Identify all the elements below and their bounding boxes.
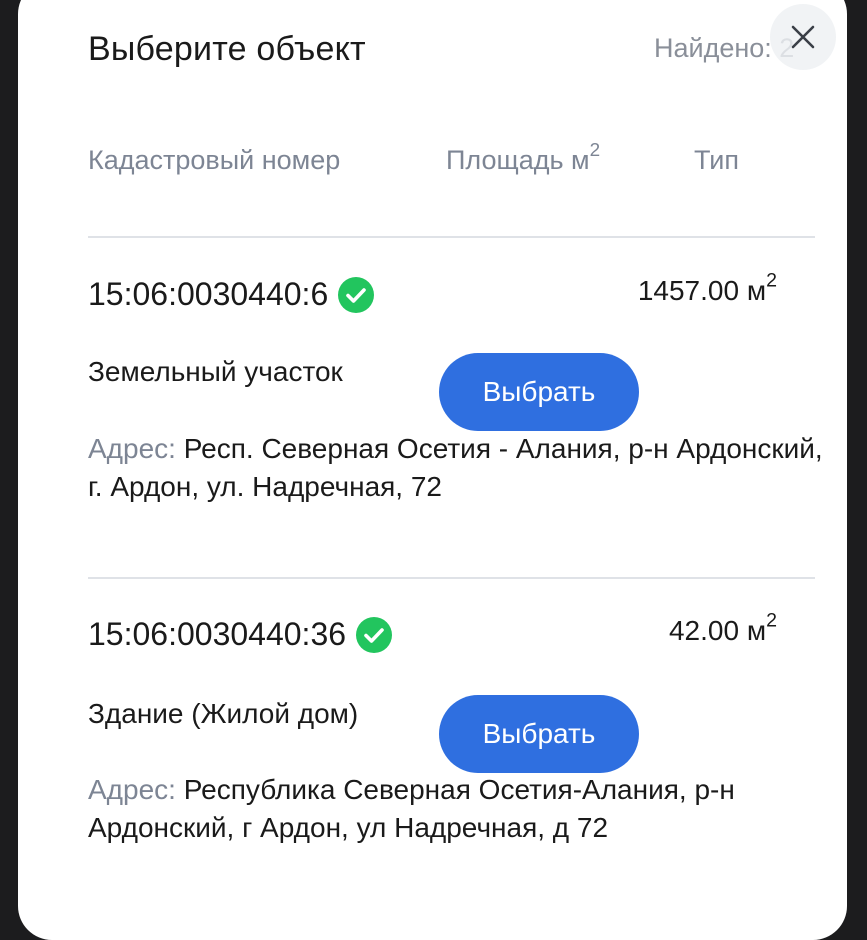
check-circle-icon	[338, 276, 375, 313]
item-divider	[88, 577, 815, 579]
item-1-area-text: 1457.00 м	[637, 275, 767, 306]
item-2-area-sup: 2	[766, 609, 777, 632]
header-divider	[88, 236, 815, 238]
item-2-address-text: Республика Северная Осетия-Алания, р-н А…	[88, 774, 735, 843]
item-1-cadastral-number: 15:06:0030440:6	[88, 276, 375, 313]
item-2-select-button[interactable]: Выбрать	[439, 695, 639, 773]
check-circle-icon	[356, 616, 393, 653]
column-header-area-sup: 2	[589, 139, 601, 161]
item-1-address: Адрес: Респ. Северная Осетия - Алания, р…	[88, 430, 828, 506]
item-1-area: 1457.00 м2	[637, 270, 777, 307]
item-1-address-label: Адрес:	[88, 433, 176, 464]
item-1-type: Земельный участок	[88, 356, 343, 387]
item-1-cadastral-text: 15:06:0030440:6	[88, 276, 329, 312]
item-2-area: 42.00 м2	[668, 610, 777, 647]
object-select-modal: Выберите объект Найдено: 2 Кадастровый н…	[18, 0, 847, 940]
column-header-type[interactable]: Тип	[694, 145, 739, 176]
column-header-area[interactable]: Площадь м2	[446, 141, 600, 176]
item-1-area-sup: 2	[766, 269, 777, 292]
item-2-address-label: Адрес:	[88, 774, 176, 805]
item-1-address-text: Респ. Северная Осетия - Алания, р-н Ардо…	[88, 433, 823, 502]
item-2-cadastral-number: 15:06:0030440:36	[88, 616, 393, 653]
item-2-type: Здание (Жилой дом)	[88, 698, 359, 729]
close-button[interactable]	[770, 4, 836, 70]
modal-title: Выберите объект	[88, 30, 366, 68]
close-icon	[791, 25, 815, 49]
item-2-area-text: 42.00 м	[668, 615, 767, 646]
column-header-cadastral[interactable]: Кадастровый номер	[88, 145, 340, 176]
column-header-area-label: Площадь м	[446, 145, 590, 175]
item-2-address: Адрес: Республика Северная Осетия-Алания…	[88, 771, 828, 847]
item-2-cadastral-text: 15:06:0030440:36	[88, 616, 347, 652]
item-1-select-button[interactable]: Выбрать	[439, 353, 639, 431]
